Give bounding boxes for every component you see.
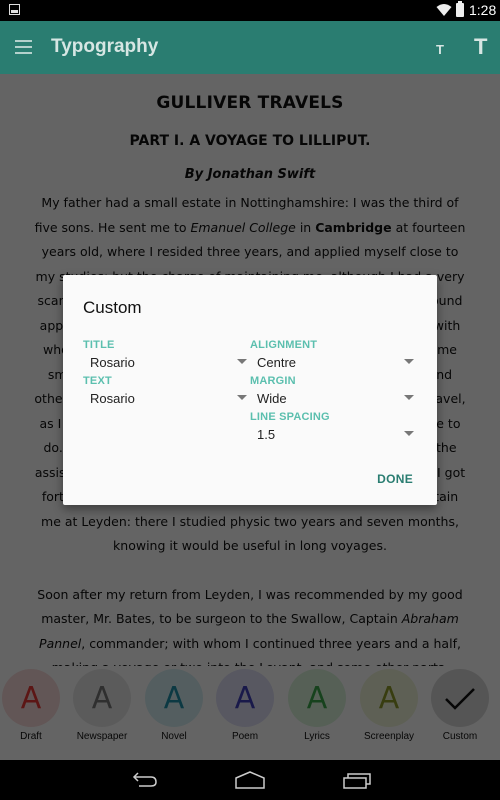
custom-style-dialog: Custom TITLE Rosario TEXT Rosario ALIGNM… <box>63 275 437 505</box>
dropdown-value: Wide <box>257 391 287 406</box>
dropdown-arrow-icon <box>237 395 247 400</box>
back-icon[interactable] <box>129 770 159 790</box>
alignment-field: ALIGNMENT Centre <box>250 339 414 373</box>
alignment-dropdown[interactable]: Centre <box>250 355 414 373</box>
menu-icon[interactable] <box>15 40 32 54</box>
dropdown-value: 1.5 <box>257 427 276 442</box>
line-spacing-dropdown[interactable]: 1.5 <box>250 427 414 445</box>
system-navigation-bar <box>0 760 500 800</box>
status-bar: 1:28 <box>0 0 500 21</box>
line-spacing-field: LINE SPACING 1.5 <box>250 411 414 445</box>
field-label: TITLE <box>83 339 115 351</box>
dropdown-arrow-icon <box>404 359 414 364</box>
text-font-dropdown[interactable]: Rosario <box>83 391 247 409</box>
done-button[interactable]: DONE <box>377 472 413 486</box>
dropdown-arrow-icon <box>237 359 247 364</box>
increase-text-size-button[interactable]: T <box>474 34 487 60</box>
field-label: MARGIN <box>250 375 296 387</box>
margin-field: MARGIN Wide <box>250 375 414 409</box>
home-icon[interactable] <box>234 770 266 790</box>
title-font-field: TITLE Rosario <box>83 339 247 373</box>
app-bar: Typography T T <box>0 21 500 74</box>
text-font-field: TEXT Rosario <box>83 375 247 409</box>
notification-image-icon <box>9 4 20 15</box>
battery-icon <box>456 1 464 17</box>
title-font-dropdown[interactable]: Rosario <box>83 355 247 373</box>
dropdown-value: Rosario <box>90 355 135 370</box>
dropdown-value: Centre <box>257 355 297 370</box>
app-title: Typography <box>51 36 159 57</box>
decrease-text-size-button[interactable]: T <box>436 42 444 57</box>
field-label: LINE SPACING <box>250 411 330 423</box>
margin-dropdown[interactable]: Wide <box>250 391 414 409</box>
dropdown-arrow-icon <box>404 431 414 436</box>
recent-apps-icon[interactable] <box>342 770 372 790</box>
field-label: TEXT <box>83 375 112 387</box>
field-label: ALIGNMENT <box>250 339 318 351</box>
wifi-icon <box>436 4 452 16</box>
dialog-title: Custom <box>83 298 142 317</box>
dropdown-arrow-icon <box>404 395 414 400</box>
status-time: 1:28 <box>469 2 497 18</box>
dropdown-value: Rosario <box>90 391 135 406</box>
